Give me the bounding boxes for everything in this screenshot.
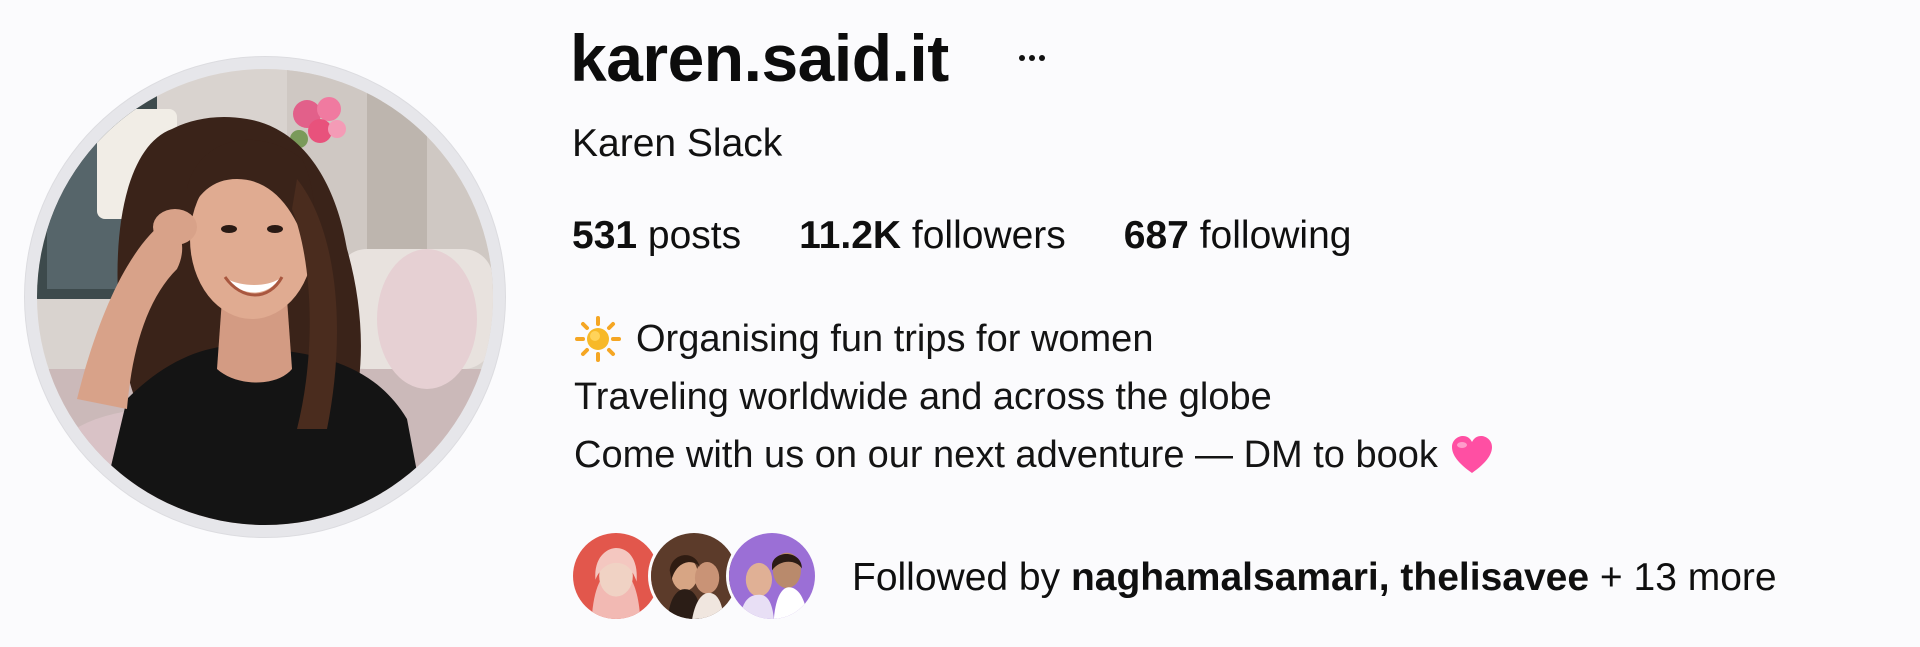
sun-icon: [575, 316, 621, 362]
followed-by-prefix: Followed by: [852, 556, 1061, 599]
following-stat[interactable]: 687 following: [1124, 210, 1352, 262]
followed-by-names[interactable]: naghamalsamari, thelisavee: [1071, 556, 1589, 599]
avatar-ring[interactable]: [25, 57, 505, 537]
posts-stat[interactable]: 531 posts: [572, 210, 741, 262]
posts-count: 531: [572, 214, 638, 257]
follower-photo-2: [651, 533, 737, 619]
follower-photo-1: [573, 533, 659, 619]
followers-label: followers: [911, 214, 1066, 257]
bio-text-2: Traveling worldwide and across the globe: [574, 376, 1272, 418]
following-label: following: [1199, 214, 1352, 257]
ellipsis-icon[interactable]: [1012, 40, 1052, 76]
followers-count: 11.2K: [799, 214, 902, 257]
bio-text-1: Organising fun trips for women: [636, 318, 1154, 360]
dot: [1029, 55, 1035, 61]
dot: [1019, 55, 1025, 61]
following-count: 687: [1123, 214, 1189, 257]
dot: [1039, 55, 1045, 61]
profile-stats: 531 posts 11.2K followers 687 following: [572, 210, 1409, 262]
profile-header: karen.said.it Karen Slack 531 posts 11.2…: [0, 0, 1920, 647]
followed-by-avatars[interactable]: [570, 530, 830, 626]
bio-line-2: Traveling worldwide and across the globe: [574, 368, 1494, 426]
username: karen.said.it: [570, 21, 949, 95]
full-name: Karen Slack: [572, 122, 783, 165]
follower-photo-3: [729, 533, 815, 619]
bio: Organising fun trips for women Traveling…: [574, 310, 1494, 484]
bio-line-3: Come with us on our next adventure — DM …: [574, 426, 1494, 484]
followed-by-text: Followed by naghamalsamari, thelisavee +…: [852, 552, 1777, 604]
posts-label: posts: [647, 214, 742, 257]
pink-heart-icon: [1451, 436, 1492, 473]
followed-by-more[interactable]: + 13 more: [1600, 556, 1777, 599]
bio-line-1: Organising fun trips for women: [574, 310, 1494, 368]
avatar[interactable]: [37, 69, 493, 525]
follower-avatar-3[interactable]: [726, 530, 818, 622]
followers-stat[interactable]: 11.2K followers: [799, 210, 1066, 262]
bio-text-3: Come with us on our next adventure — DM …: [574, 434, 1438, 476]
profile-photo: [37, 69, 493, 525]
